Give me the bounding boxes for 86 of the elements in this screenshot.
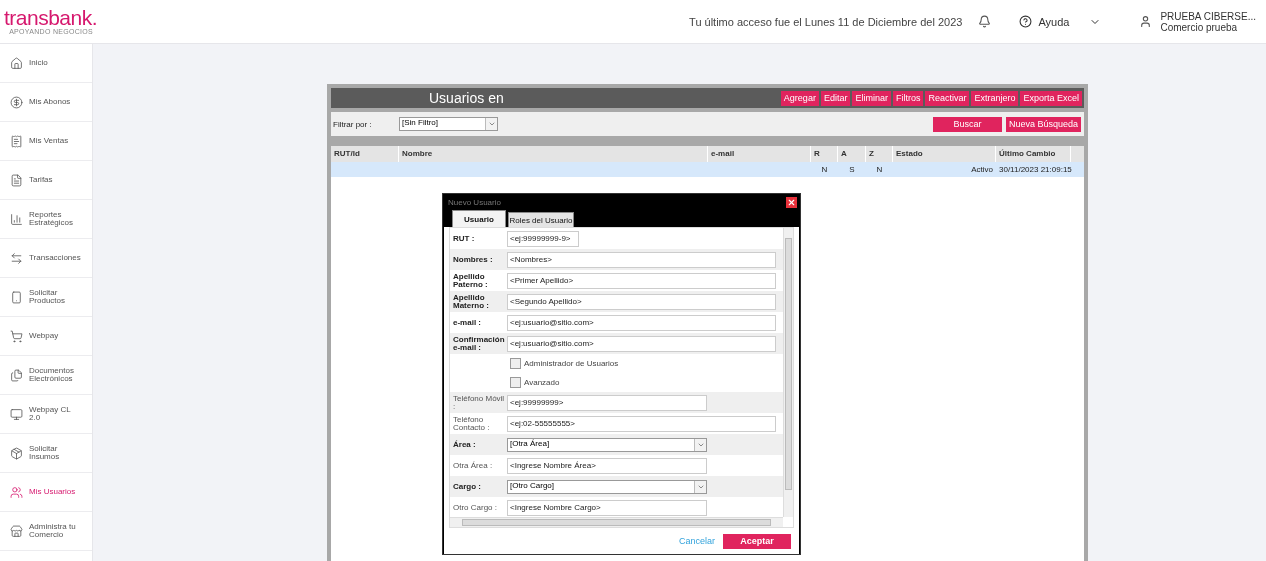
dialog-tab[interactable]: Usuario — [452, 210, 506, 227]
sidebar-item[interactable]: Webpay CL 2.0 — [0, 395, 92, 434]
bar-chart-icon — [10, 212, 23, 226]
dialog-tab[interactable]: Roles del Usuario — [508, 212, 574, 227]
dialog-title: Nuevo Usuario — [448, 197, 501, 207]
user-name: PRUEBA CIBERSE... — [1160, 10, 1256, 22]
receipt-icon — [10, 134, 23, 148]
sidebar-item[interactable]: Inicio — [0, 44, 92, 83]
panel-title: Usuarios en — [429, 90, 505, 106]
field-label: Otro Cargo : — [453, 503, 498, 512]
store-icon — [10, 524, 23, 538]
table-cell-text: N — [875, 164, 884, 176]
box-icon — [10, 446, 23, 460]
filter-dropdown[interactable]: [Sin Filtro] — [399, 117, 498, 131]
field-label: Otra Área : — [453, 461, 494, 470]
sidebar-item[interactable]: Mis Abonos — [0, 83, 92, 122]
action-button[interactable]: Filtros — [892, 90, 924, 106]
action-button[interactable]: Exporta Excel — [1020, 90, 1082, 106]
action-button[interactable]: Extranjero — [971, 90, 1019, 106]
sidebar-item[interactable]: Solicitar Productos — [0, 278, 92, 317]
document-icon — [10, 368, 23, 382]
sidebar-item[interactable]: Documentos Electrónicos — [0, 356, 92, 395]
search-button[interactable]: Buscar — [933, 116, 1002, 132]
cart-icon — [10, 329, 23, 343]
accept-button[interactable]: Aceptar — [723, 533, 791, 549]
last-access-text: Tu último acceso fue el Lunes 11 de Diciembre del 2023 — [689, 15, 963, 28]
input-field[interactable]: <Nombres> — [507, 251, 776, 268]
field-label: Cargo : — [453, 482, 482, 491]
sidebar-item[interactable]: Administra tu Comercio — [0, 512, 92, 551]
sidebar-item[interactable]: Mis Ventas — [0, 122, 92, 161]
field-label: Apellido Paterno : — [453, 272, 489, 289]
arrows-icon — [10, 251, 23, 265]
input-field[interactable]: <ej:02-55555555> — [507, 415, 776, 432]
users-icon — [10, 485, 23, 499]
checkbox-label: Administrador de Usuarios — [524, 359, 619, 368]
user-icon[interactable] — [1139, 15, 1153, 28]
field-label: Confirmación e-mail : — [453, 335, 506, 352]
action-button[interactable]: Editar — [820, 90, 851, 106]
horizontal-scrollbar[interactable] — [450, 517, 783, 527]
dropdown[interactable]: [Otro Cargo] — [507, 479, 707, 494]
sidebar-item[interactable]: Reportes Estratégicos — [0, 200, 92, 239]
input-field[interactable]: <ej:usuario@sitio.com> — [507, 314, 776, 331]
table-row[interactable]: N S N Activo 30/11/2023 21:09:15 — [331, 162, 1084, 177]
field-label: Teléfono Contacto : — [453, 415, 491, 432]
dropdown[interactable]: [Otra Área] — [507, 437, 707, 452]
action-button[interactable]: Reactivar — [925, 90, 970, 106]
help-icon — [1019, 15, 1033, 28]
input-field[interactable]: <ej:99999999-9> — [507, 230, 579, 247]
sidebar-item[interactable]: Mis Usuarios — [0, 473, 92, 512]
field-label: Nombres : — [453, 255, 494, 264]
phone-icon — [10, 290, 23, 304]
sidebar-item[interactable]: Tarifas — [0, 161, 92, 200]
close-button[interactable] — [786, 196, 797, 208]
input-field[interactable]: <ej:99999999> — [507, 394, 707, 411]
field-label: RUT : — [453, 234, 476, 243]
table-cell-text: 30/11/2023 21:09:15 — [998, 164, 1071, 176]
checkbox[interactable] — [510, 358, 521, 369]
user-company: Comercio prueba — [1160, 21, 1239, 33]
action-button[interactable]: Agregar — [780, 90, 819, 106]
input-field[interactable]: <Primer Apellido> — [507, 272, 776, 289]
checkbox-label: Avanzado — [524, 378, 560, 387]
checkbox[interactable] — [510, 377, 521, 388]
table-cell-text: N — [820, 164, 829, 176]
sidebar-item[interactable]: Solicitar Insumos — [0, 434, 92, 473]
notification-bell-icon[interactable] — [978, 15, 992, 28]
field-label: Teléfono Móvil : — [453, 394, 506, 411]
field-label: Área : — [453, 440, 477, 449]
help-menu[interactable]: Ayuda — [1019, 15, 1102, 28]
table-cell-text: Activo — [970, 164, 994, 176]
table-cell-text: S — [848, 164, 856, 176]
coin-icon — [10, 95, 23, 109]
home-icon — [10, 56, 23, 70]
field-label: Apellido Materno : — [453, 293, 490, 310]
document-icon — [10, 173, 23, 187]
sidebar-item[interactable]: Webpay — [0, 317, 92, 356]
input-field[interactable]: <ej:usuario@sitio.com> — [507, 335, 776, 352]
filter-label: Filtrar por : — [333, 119, 373, 129]
vertical-scrollbar[interactable] — [783, 228, 793, 517]
input-field[interactable]: <Ingrese Nombre Cargo> — [507, 499, 707, 516]
sidebar-item[interactable]: Transacciones — [0, 239, 92, 278]
action-button[interactable]: Eliminar — [852, 90, 891, 106]
input-field[interactable]: <Ingrese Nombre Área> — [507, 457, 707, 474]
input-field[interactable]: <Segundo Apellido> — [507, 293, 776, 310]
field-label: e-mail : — [453, 318, 482, 327]
monitor-icon — [10, 407, 23, 421]
new-search-button[interactable]: Nueva Búsqueda — [1006, 116, 1081, 132]
